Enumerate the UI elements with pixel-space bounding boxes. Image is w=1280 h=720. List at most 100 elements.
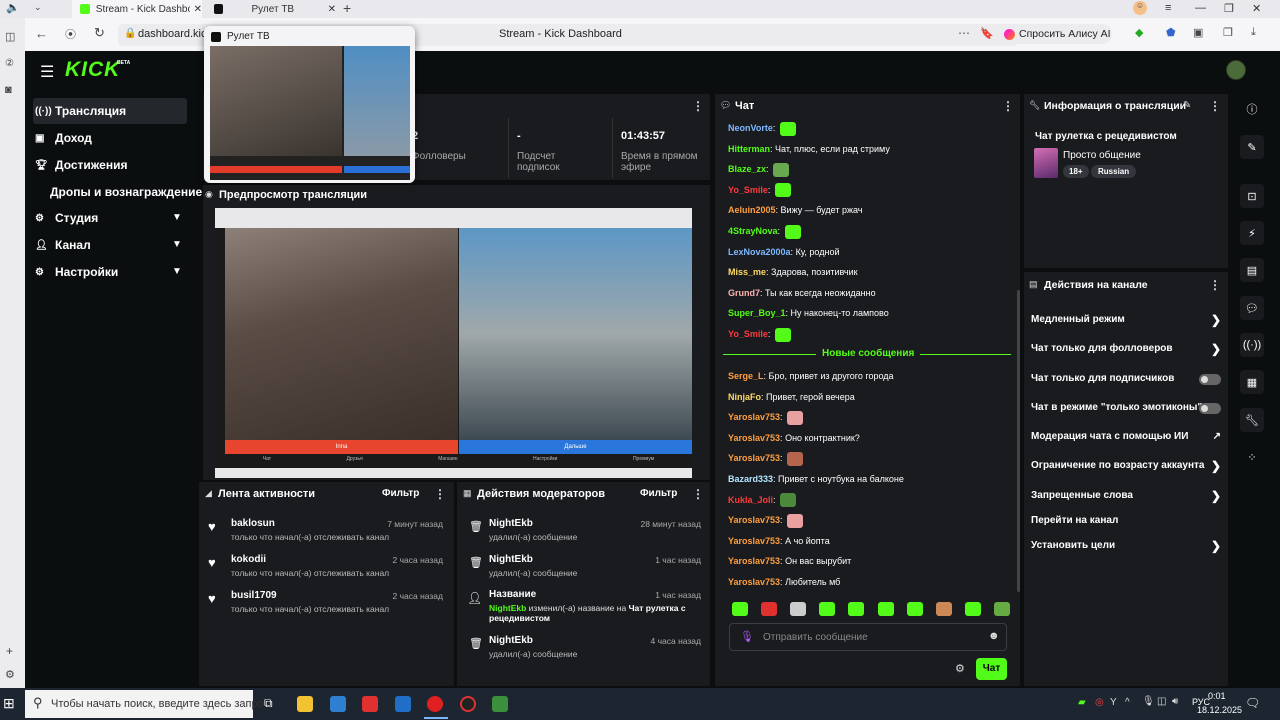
chat-message[interactable]: Yaroslav753: [728,513,804,528]
chat-username[interactable]: Yaroslav753 [728,412,780,422]
sidebar-item-settings[interactable]: ⚙ Настройки [35,260,118,284]
app2-icon[interactable] [492,696,508,712]
profile-icon[interactable]: ☺ [1133,1,1147,15]
sidebar-item-stream[interactable]: ((·)) Трансляция [35,99,126,123]
chat-message[interactable]: Yo_Smile: [728,183,791,198]
chat-message[interactable]: Yaroslav753: Оно контрактник? [728,431,860,445]
screenshot-icon[interactable]: ⊡ [1240,184,1264,208]
shield-icon[interactable]: ⦿ [65,26,76,42]
chat-username[interactable]: NeonVorte [728,123,773,133]
tray-yandex-icon[interactable]: Y [1110,697,1117,708]
download-icon[interactable]: ⤓ [1251,26,1256,39]
chat-username[interactable]: Yaroslav753 [728,556,780,566]
chat-username[interactable]: Yo_Smile [728,185,768,195]
chevron-down-icon[interactable]: ⌄ [34,2,42,13]
obs-icon[interactable] [460,696,476,712]
kick-logo[interactable]: KICK [65,58,120,82]
action-ai-moderation[interactable]: Модерация чата с помощью ИИ ↗ [1031,429,1221,445]
lightning-icon[interactable]: ⚡︎ [1240,221,1264,245]
shield-check-icon[interactable]: ◆ [1135,26,1143,39]
chat-username[interactable]: Serge_L [728,371,764,381]
protect-icon[interactable]: ⬟ [1166,26,1176,39]
maximize-icon[interactable]: ❐ [1224,2,1234,15]
chat-message[interactable]: Yaroslav753: [728,451,804,467]
minimize-icon[interactable]: — [1195,2,1206,14]
emote-icon[interactable] [819,602,836,616]
sidebar-media-icon[interactable]: ◙ [5,84,12,96]
emote-icon[interactable] [790,602,807,616]
chat-message[interactable]: LexNova2000a: Ку, родной [728,245,839,259]
chat-message[interactable]: 4StrayNova: [728,224,801,239]
sidebar-feed-icon[interactable]: ◫ [5,30,15,43]
chat-username[interactable]: Yaroslav753 [728,536,780,546]
extension-icon[interactable]: ▣ [1193,26,1203,39]
chat-username[interactable]: Blaze_zx [728,164,766,174]
task-view-icon[interactable]: ⧉ [264,696,273,711]
activity-filter-button[interactable]: Фильтр [382,488,419,499]
info-icon[interactable]: ⓘ [1240,97,1264,121]
close-tab-icon[interactable]: ✕ [194,4,202,15]
modactions-filter-button[interactable]: Фильтр [640,488,677,499]
chat-username[interactable]: Bazard333 [728,474,773,484]
chat-message[interactable]: Yaroslav753: [728,410,804,425]
chat-username[interactable]: Miss_me [728,267,766,277]
chat-username[interactable]: Grund7 [728,288,760,298]
chat-bubble-icon[interactable]: 💬︎ [1240,296,1264,320]
file-explorer-icon[interactable] [297,696,313,712]
tray-kick-icon[interactable]: ▰ [1078,697,1086,708]
kebab-icon[interactable]: ⋮ [1002,99,1014,113]
emote-icon[interactable] [732,602,748,616]
sidebar-item-channel[interactable]: 👤︎ Канал [35,233,91,257]
new-tab-icon[interactable]: + [343,0,351,16]
layout-icon[interactable]: ▦ [1240,370,1264,394]
emote-icon[interactable] [848,602,865,616]
chat-username[interactable]: NinjaFo [728,392,761,402]
yandex-icon[interactable] [362,696,378,712]
chat-message[interactable]: Grund7: Ты как всегда неожиданно [728,286,876,300]
sidebar-item-achievements[interactable]: 🏆︎ Достижения [35,153,127,177]
alice-button[interactable]: Спросить Алису AI [1000,24,1112,44]
edit-icon[interactable]: ✎ [1183,100,1191,111]
chat-message[interactable]: Yo_Smile: [728,327,791,342]
sidebar-settings-icon[interactable]: ⚙ [5,668,15,681]
chat-username[interactable]: Yaroslav753 [728,433,780,443]
stream-preview-video[interactable]: Inna Дальше Чат Друзья Магазин Настройки… [215,208,692,478]
action-account-age[interactable]: Ограничение по возрасту аккаунта ❯ [1031,458,1221,474]
back-icon[interactable]: ← [35,26,48,41]
mic-icon[interactable]: 🎙︎ [740,630,754,643]
clock-date[interactable]: 18.12.2025 [1197,705,1242,715]
action-slow-mode[interactable]: Медленный режим ❯ [1031,312,1221,328]
sidebar-2-icon[interactable]: ② [5,58,14,69]
chat-message[interactable]: Serge_L: Бро, привет из другого города [728,369,894,383]
tray-icon[interactable]: ◎ [1095,697,1104,708]
tray-arrow-icon[interactable]: ^ [1125,697,1130,708]
sidebar-item-studio[interactable]: ⚙ Студия [35,206,98,230]
menu-icon[interactable]: ≡ [1165,2,1171,14]
action-subscribers-only[interactable]: Чат только для подписчиков [1031,371,1221,387]
volume-icon[interactable]: 🔊︎ [1172,696,1178,707]
chat-username[interactable]: Super_Boy_1 [728,308,786,318]
sidebar-item-drops[interactable]: Дропы и вознаграждение [50,180,202,204]
yandex-browser-icon[interactable] [427,696,443,712]
toggle-switch[interactable] [1199,403,1221,414]
chat-settings-icon[interactable]: ⚙ [955,662,965,675]
clock-time[interactable]: 0:01 [1208,691,1226,701]
emote-icon[interactable] [964,602,981,616]
action-followers-only[interactable]: Чат только для фолловеров ❯ [1031,341,1221,357]
network-icon[interactable]: ◫ [1157,696,1166,707]
emote-icon[interactable] [761,602,778,616]
chat-scrollbar[interactable] [1017,290,1020,592]
chat-message[interactable]: Yaroslav753: Любитель мб [728,575,840,589]
chat-message[interactable]: Kukla_Joli: [728,493,797,508]
window-close-icon[interactable]: ✕ [1252,2,1261,15]
action-set-goals[interactable]: Установить цели ❯ [1031,538,1221,554]
broadcast-icon[interactable]: ((·)) [1240,333,1264,357]
reload-icon[interactable]: ↻ [94,25,105,41]
category-thumbnail[interactable] [1034,148,1058,178]
collections-icon[interactable]: ❐ [1223,26,1233,39]
chat-message[interactable]: Super_Boy_1: Ну наконец-то лампово [728,306,889,320]
emote-icon[interactable] [877,602,894,616]
app-icon[interactable] [395,696,411,712]
chat-message[interactable]: Yaroslav753: Он вас вырубит [728,554,851,568]
tab-rulet-tv[interactable]: Рулет ТВ ✕ [206,0,336,18]
